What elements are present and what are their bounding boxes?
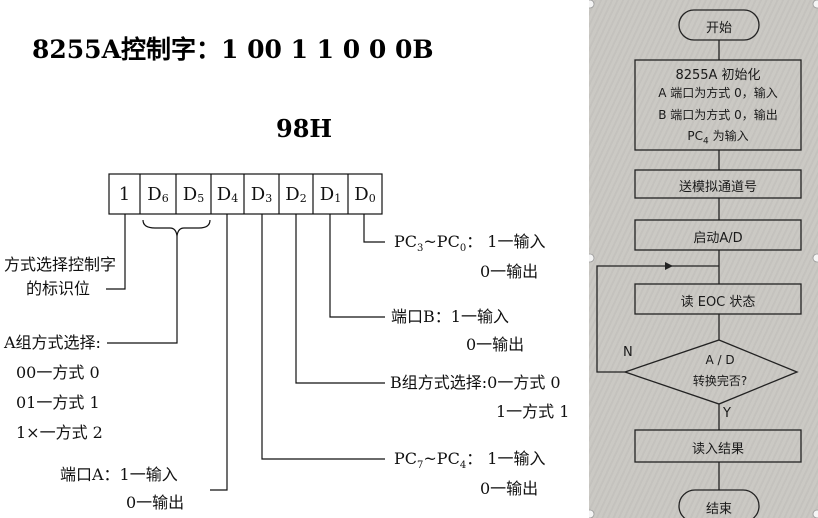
control-word-diagram: 8255A控制字：1 00 1 1 0 0 0B 98H 1 D6 D5 D4 …	[0, 0, 590, 518]
register-bit-3: D3	[250, 183, 273, 205]
port-b-input: 端口B：1一输入	[391, 307, 509, 326]
group-a-mode0: 00一方式 0	[16, 363, 100, 382]
flowchart-panel: 开始 8255A 初始化 A 端口为方式 0，输入 B 端口为方式 0，输出 P…	[589, 0, 818, 518]
init-port-a: A 端口为方式 0，输入	[658, 86, 778, 100]
send-channel-label: 送模拟通道号	[678, 180, 757, 195]
register-bit-4: D4	[216, 183, 239, 205]
pc-low-input: PC3~PC0： 1一输入	[394, 232, 546, 255]
pc-high-leader	[261, 214, 385, 460]
port-a-leader	[210, 214, 228, 491]
no-label: N	[623, 345, 633, 360]
pc-low-leader	[363, 214, 385, 243]
decision-line1: A / D	[705, 353, 735, 367]
pc-low-output: 0一输出	[480, 262, 539, 281]
read-result-label: 读入结果	[691, 442, 744, 457]
group-a-mode2: 1×一方式 2	[16, 423, 103, 442]
pc-high-input: PC7~PC4： 1一输入	[394, 449, 546, 472]
pc-high-output: 0一输出	[480, 479, 539, 498]
port-b-output: 0一输出	[466, 335, 525, 354]
group-a-brace	[142, 219, 211, 237]
mode-flag-leader	[106, 214, 126, 290]
init-port-b: B 端口为方式 0，输出	[658, 108, 778, 122]
start-ad-label: 启动A/D	[693, 231, 743, 246]
decision-line2: 转换完否?	[692, 374, 748, 388]
group-a-mode1: 01一方式 1	[16, 393, 100, 412]
group-a-title: A组方式选择:	[4, 333, 101, 352]
group-b-mode1: 1一方式 1	[496, 402, 570, 421]
read-eoc-label: 读 EOC 状态	[680, 295, 756, 310]
register-bit-7: 1	[118, 183, 131, 205]
register-bit-1: D1	[319, 183, 342, 205]
loop-arrow	[665, 262, 673, 270]
mode-flag-label-line2: 的标识位	[26, 279, 91, 298]
register-bit-0: D0	[354, 183, 376, 205]
register-bit-5: D5	[182, 183, 205, 205]
port-b-leader	[329, 214, 385, 318]
yes-label: Y	[723, 406, 731, 421]
port-a-input: 端口A：1一输入	[60, 465, 178, 484]
group-b-mode0: B组方式选择:0一方式 0	[390, 373, 561, 392]
register-bit-6: D6	[147, 183, 169, 205]
end-label: 结束	[705, 502, 732, 517]
mode-flag-label-line1: 方式选择控制字	[4, 255, 117, 274]
init-title: 8255A 初始化	[675, 68, 761, 83]
init-pc4: PC4 为输入	[687, 129, 749, 147]
group-b-leader	[295, 214, 385, 384]
start-label: 开始	[705, 21, 732, 36]
register-bit-2: D2	[285, 183, 307, 205]
port-a-output: 0一输出	[126, 493, 185, 512]
